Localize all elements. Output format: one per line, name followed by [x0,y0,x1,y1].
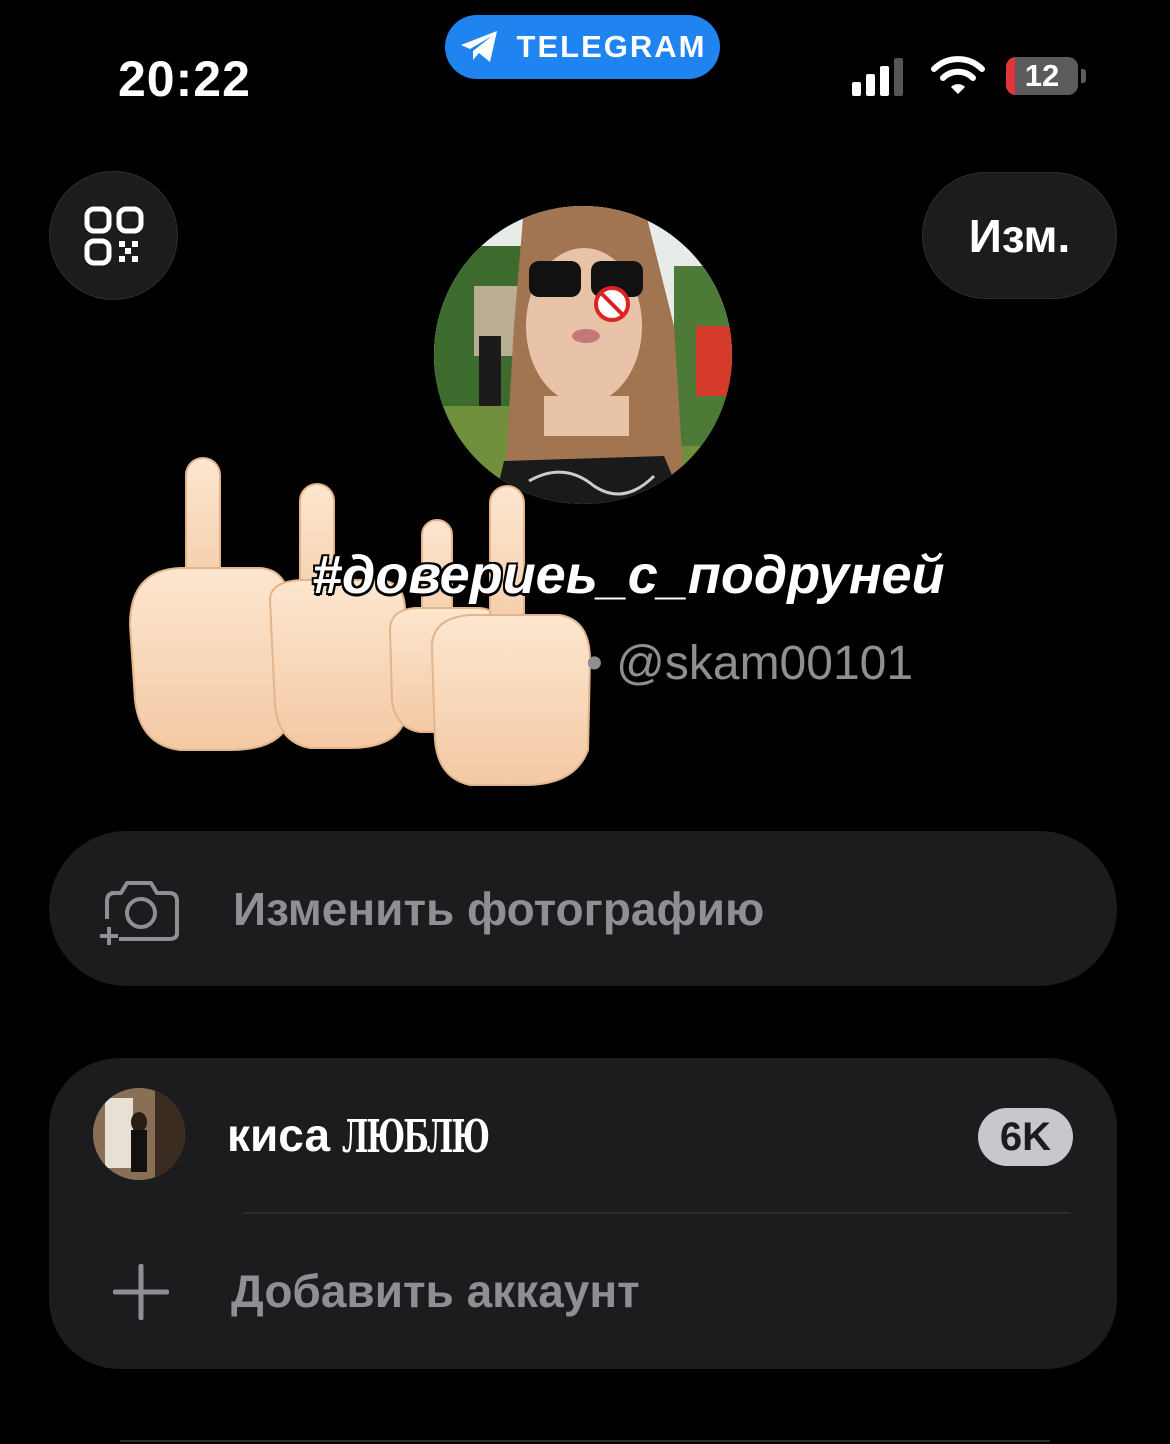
telegram-return-pill[interactable]: TELEGRAM [445,15,720,79]
wifi-icon [931,56,985,94]
battery-tip [1081,69,1086,83]
edit-button[interactable]: Изм. [922,172,1117,299]
profile-username[interactable]: • @skam00101 [586,636,913,691]
middle-finger-sticker-icon [128,457,592,786]
account-avatar [93,1088,185,1180]
telegram-plane-icon [460,31,497,62]
plus-icon [113,1264,169,1320]
unread-badge: 6K [978,1108,1073,1166]
qr-code-button[interactable] [49,171,178,300]
next-section-edge [120,1440,1050,1442]
qr-code-icon [84,206,143,265]
battery-indicator: 12 [1006,57,1078,95]
add-account-label: Добавить аккаунт [231,1265,640,1317]
account-name-decor: ЛЮБЛЮ [342,1111,490,1164]
telegram-pill-label: TELEGRAM [516,29,707,64]
change-photo-label: Изменить фотографию [233,882,765,935]
change-photo-button[interactable]: Изменить фотографию [49,831,1117,986]
account-name: киса ЛЮБЛЮ [227,1108,490,1164]
add-camera-icon [100,881,179,945]
battery-level: 12 [1024,58,1060,93]
status-time: 20:22 [118,51,251,107]
account-name-text: киса [227,1109,331,1161]
hashtag-overlay: #довериеь_с_подруней [312,545,945,605]
divider [243,1212,1070,1214]
accounts-card: киса ЛЮБЛЮ 6K Добавить аккаунт [49,1058,1117,1369]
cellular-signal-icon [852,58,903,96]
